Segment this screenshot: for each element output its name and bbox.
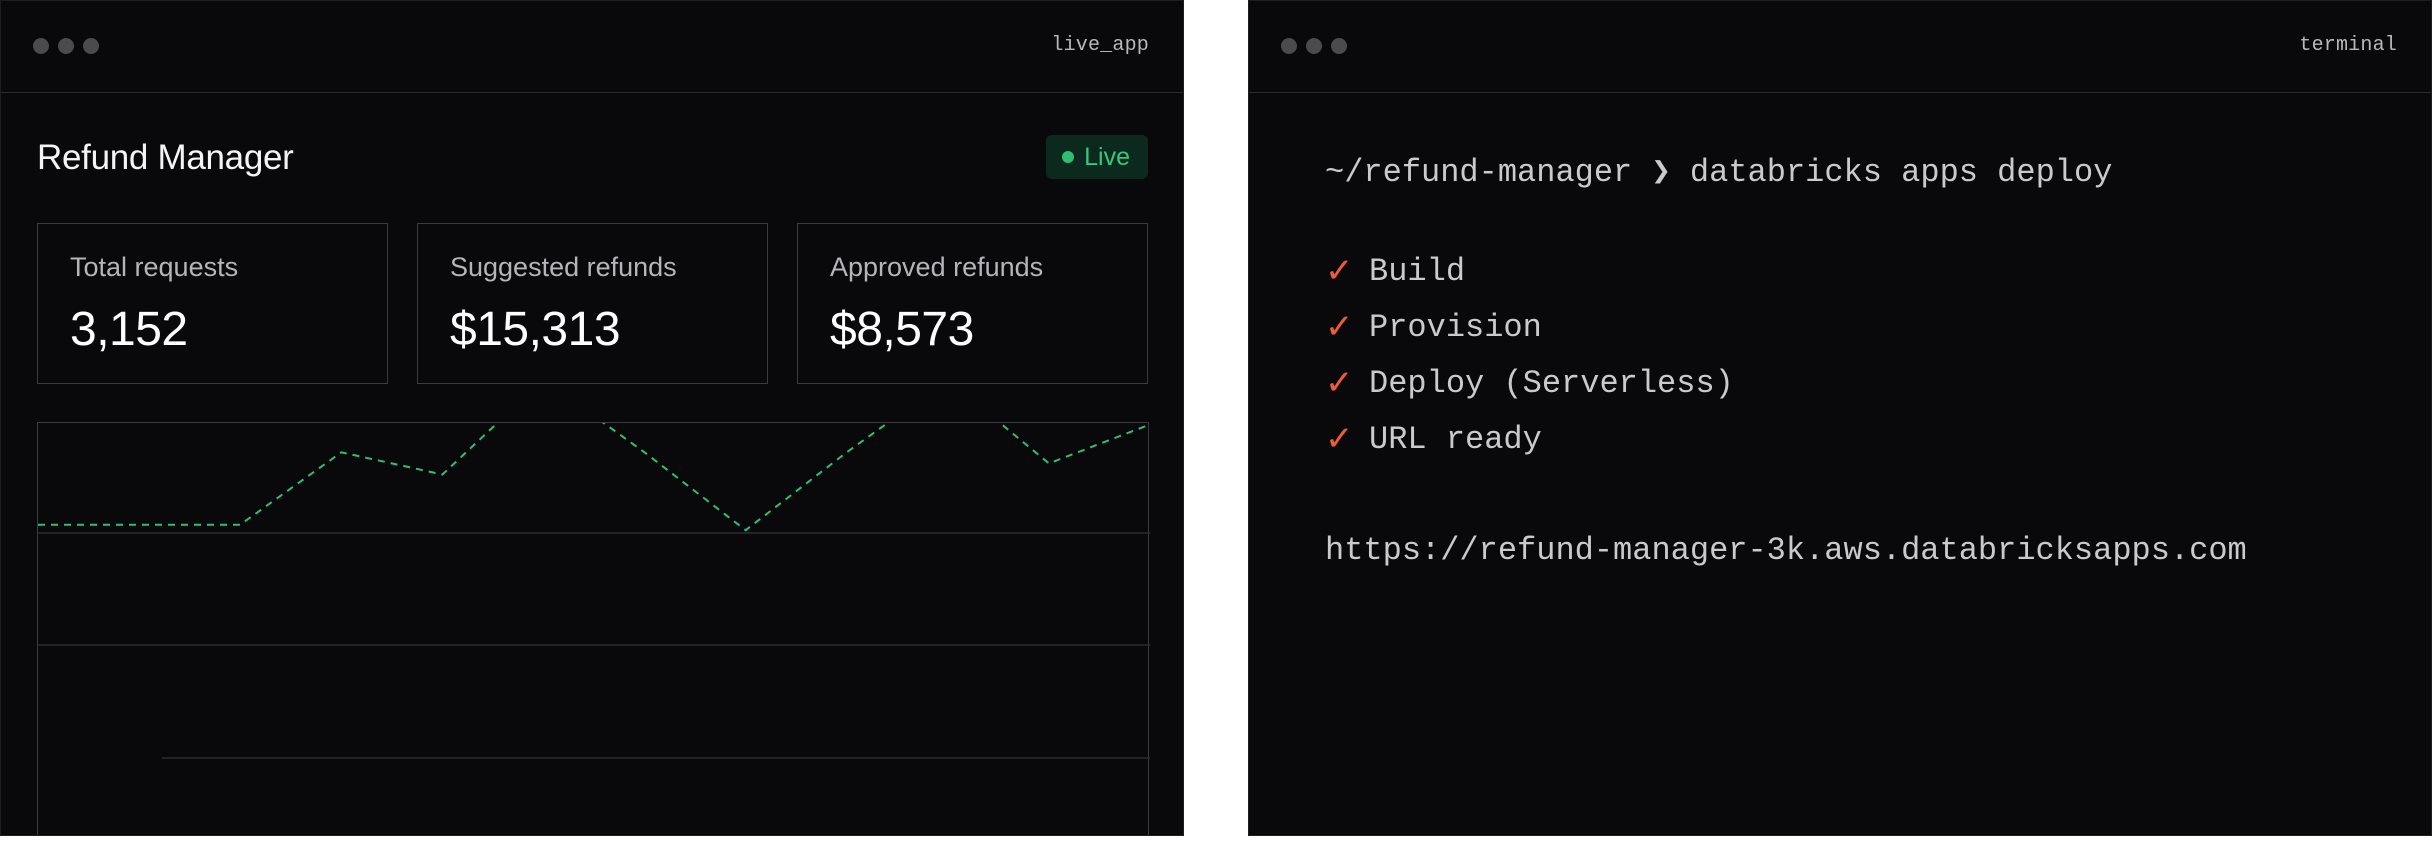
command-text: databricks apps deploy: [1689, 154, 2113, 191]
line-chart: [37, 422, 1150, 835]
page-title: Refund Manager: [37, 138, 294, 177]
prompt-chevron-icon: ❯: [1651, 154, 1671, 191]
window-maximize-dot[interactable]: [83, 38, 99, 54]
checkmark-icon: ✓: [1325, 419, 1354, 459]
deploy-step-label: Deploy (Serverless): [1369, 364, 1734, 402]
stat-label: Total requests: [70, 252, 239, 282]
window-minimize-dot[interactable]: [58, 38, 74, 54]
deploy-step: ✓ Build: [1325, 251, 1465, 291]
live-app-titlebar: live_app: [1, 1, 1183, 93]
stat-label: Suggested refunds: [450, 252, 677, 282]
checkmark-icon: ✓: [1325, 363, 1354, 403]
deploy-step-label: URL ready: [1369, 420, 1542, 458]
window-maximize-dot[interactable]: [1331, 38, 1347, 54]
stat-value: $8,573: [830, 303, 974, 356]
terminal-titlebar: terminal: [1249, 1, 2431, 93]
checkmark-icon: ✓: [1325, 251, 1354, 291]
status-badge: Live: [1046, 135, 1148, 179]
stat-card-approved-refunds: Approved refunds $8,573: [797, 223, 1148, 384]
deployed-url-link[interactable]: https://refund-manager-3k.aws.databricks…: [1325, 532, 2247, 569]
live-app-window: live_app Refund Manager Live Total reque…: [0, 0, 1184, 836]
terminal-window: terminal ~/refund-manager ❯ databricks a…: [1248, 0, 2432, 836]
window-close-dot[interactable]: [33, 38, 49, 54]
deploy-step-label: Provision: [1369, 308, 1542, 346]
window-close-dot[interactable]: [1281, 38, 1297, 54]
stat-card-suggested-refunds: Suggested refunds $15,313: [417, 223, 768, 384]
prompt-path: ~/refund-manager: [1325, 154, 1633, 191]
deploy-step: ✓ Deploy (Serverless): [1325, 363, 1734, 403]
window-title: terminal: [2299, 34, 2397, 57]
stat-card-total-requests: Total requests 3,152: [37, 223, 388, 384]
line-chart-svg: [38, 423, 1150, 759]
stat-value: $15,313: [450, 303, 621, 356]
status-badge-label: Live: [1084, 142, 1130, 171]
window-title: live_app: [1051, 34, 1149, 57]
command-line: ~/refund-manager ❯ databricks apps deplo…: [1325, 151, 2112, 191]
live-indicator-icon: [1062, 151, 1075, 163]
checkmark-icon: ✓: [1325, 307, 1354, 347]
deploy-step: ✓ Provision: [1325, 307, 1542, 347]
chart-series-line: [38, 423, 1150, 532]
window-minimize-dot[interactable]: [1306, 38, 1322, 54]
stat-value: 3,152: [70, 303, 188, 356]
stat-label: Approved refunds: [830, 252, 1044, 282]
deploy-step-label: Build: [1369, 252, 1466, 290]
deploy-step: ✓ URL ready: [1325, 419, 1542, 459]
